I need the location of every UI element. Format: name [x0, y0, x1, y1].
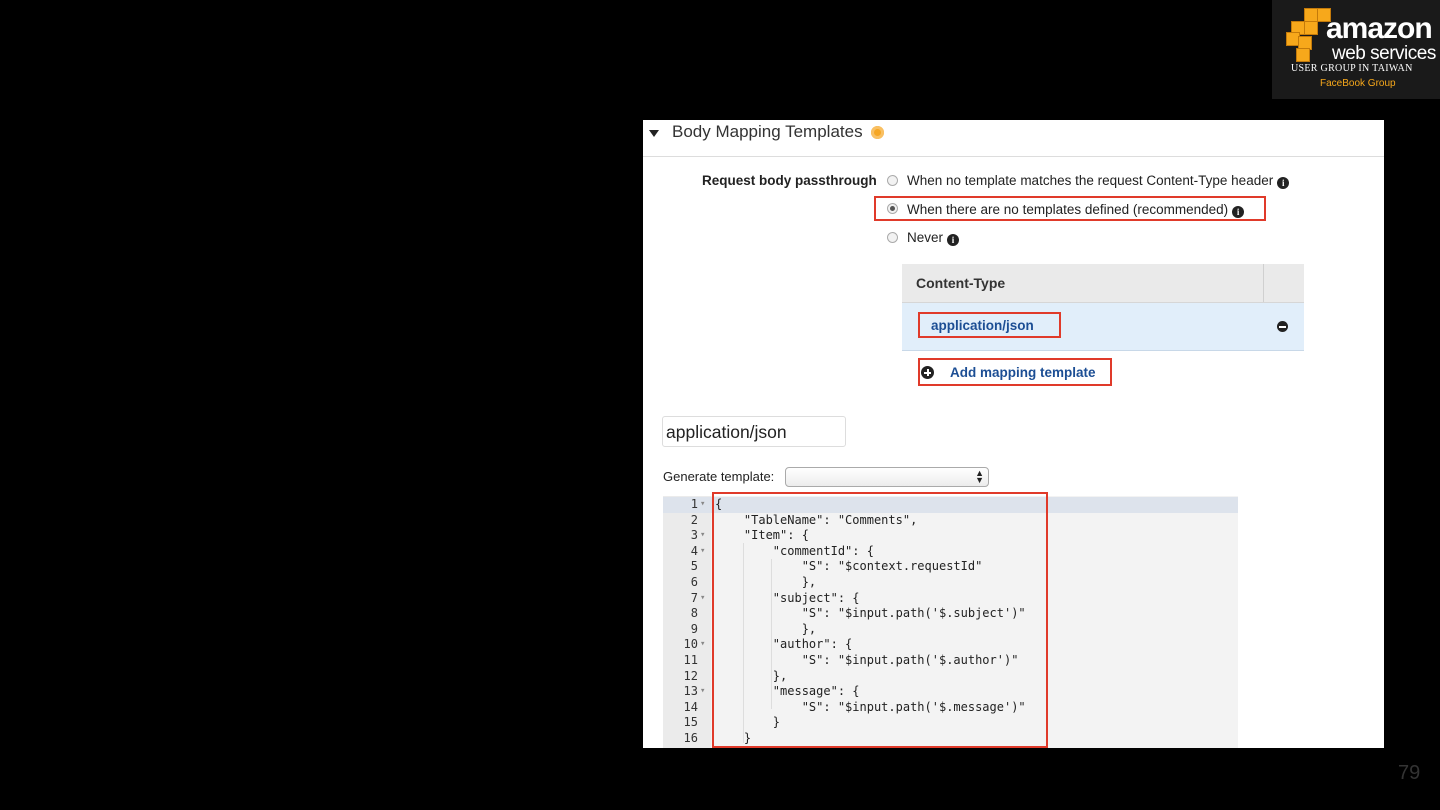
column-divider [1263, 264, 1264, 302]
logo-usergroup-text: USER GROUP IN TAIWAN [1291, 63, 1413, 74]
highlight-box [712, 492, 1048, 748]
fold-arrow-icon[interactable]: ▾ [700, 528, 705, 544]
highlight-box [918, 358, 1112, 386]
line-number: 5 [690, 559, 698, 574]
content-type-header-row: Content-Type [902, 264, 1304, 303]
logo-facebook-text: FaceBook Group [1320, 78, 1396, 89]
section-title: Body Mapping Templates [672, 122, 863, 141]
body-mapping-panel: Body Mapping Templates Request body pass… [643, 120, 1384, 748]
highlight-box [874, 196, 1266, 221]
info-icon[interactable]: i [947, 234, 960, 246]
line-number: 15 [683, 715, 698, 730]
info-icon[interactable]: i [1277, 177, 1290, 189]
collapse-triangle-icon[interactable] [649, 130, 659, 137]
line-number: 4 [690, 543, 698, 558]
line-number: 11 [683, 653, 698, 667]
help-icon[interactable] [871, 126, 884, 139]
line-number: 10 [683, 637, 698, 652]
remove-minus-icon[interactable] [1277, 321, 1288, 332]
content-type-column-header: Content-Type [916, 275, 1006, 291]
radio-never[interactable] [887, 232, 898, 243]
option-label: Never [907, 230, 944, 245]
fold-arrow-icon[interactable]: ▾ [700, 637, 705, 653]
option-label: When no template matches the request Con… [907, 173, 1274, 188]
option-never[interactable]: Never i [907, 230, 960, 246]
highlight-box [918, 312, 1061, 338]
template-content-type-field[interactable]: application/json [662, 416, 846, 447]
line-number: 8 [690, 606, 698, 621]
section-header[interactable]: Body Mapping Templates [643, 120, 1384, 157]
fold-arrow-icon[interactable]: ▾ [700, 497, 705, 513]
line-number: 3 [690, 528, 698, 543]
line-number: 6 [690, 575, 698, 589]
line-number: 12 [683, 668, 698, 683]
generate-template-select[interactable]: ▲ ▼ [785, 467, 989, 487]
fold-arrow-icon[interactable]: ▾ [700, 684, 705, 700]
generate-template-label: Generate template: [663, 469, 775, 484]
line-number: 7 [690, 590, 698, 605]
slide-page-number: 79 [1398, 762, 1421, 784]
option-no-template-match[interactable]: When no template matches the request Con… [907, 173, 1290, 189]
radio-no-template-match[interactable] [887, 175, 898, 186]
line-number: 16 [683, 731, 698, 745]
line-number: 2 [690, 512, 698, 527]
aws-user-group-logo: amazon web services USER GROUP IN TAIWAN… [1272, 0, 1440, 99]
line-number: 1 [690, 497, 698, 511]
select-arrows-icon: ▲ ▼ [975, 468, 984, 485]
fold-arrow-icon[interactable]: ▾ [700, 591, 705, 607]
logo-webservices-text: web services [1332, 43, 1436, 64]
logo-amazon-text: amazon [1326, 12, 1433, 45]
fold-arrow-icon[interactable]: ▾ [700, 544, 705, 560]
line-number: 13 [683, 684, 698, 699]
line-number: 9 [690, 621, 698, 636]
passthrough-label: Request body passthrough [702, 173, 877, 188]
line-number: 14 [683, 699, 698, 714]
